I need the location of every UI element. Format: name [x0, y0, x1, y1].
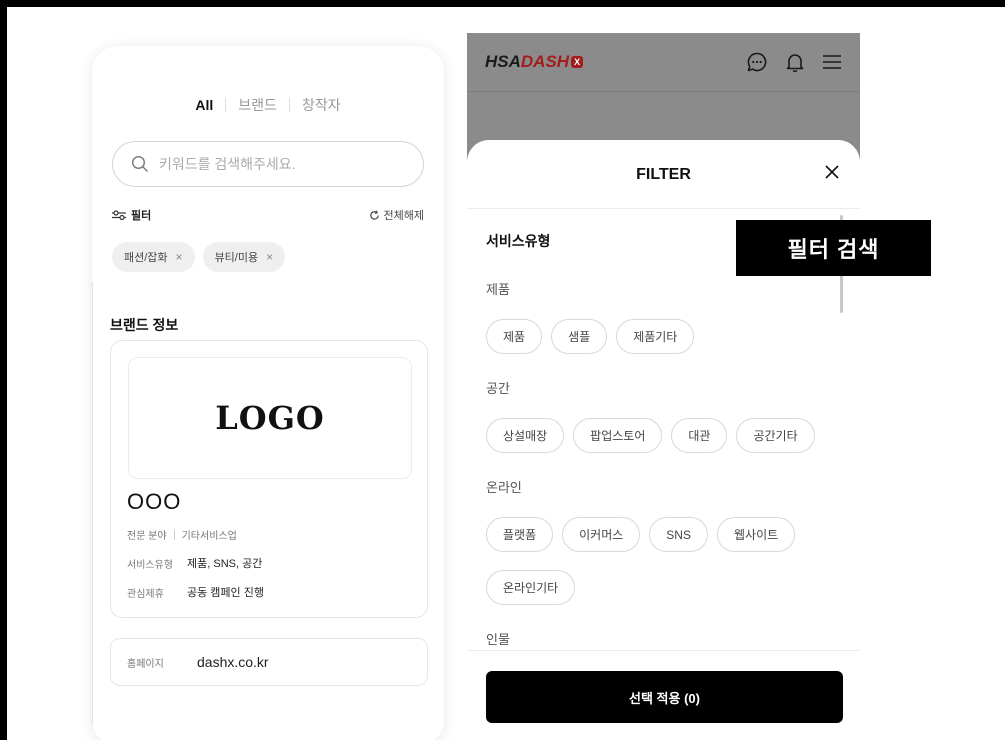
sliders-icon	[112, 210, 126, 220]
option-pill[interactable]: 샘플	[551, 319, 608, 354]
service-type-label: 서비스유형	[127, 559, 173, 571]
filter-label: 필터	[131, 210, 152, 222]
brand-field: 전문 분야 기타서비스업	[127, 527, 237, 542]
option-row-online-2: 온라인기타	[486, 570, 576, 605]
option-pill[interactable]: 팝업스토어	[573, 418, 663, 453]
search-input[interactable]: 키워드를 검색해주세요.	[112, 141, 424, 187]
apply-button[interactable]: 선택 적용 (0)	[486, 671, 843, 723]
brand-logo-box: LOGO	[128, 357, 412, 479]
category-title-product: 제품	[486, 282, 510, 297]
divider	[467, 650, 860, 651]
app-logo[interactable]: HSA DASH X	[485, 52, 584, 72]
app-header: HSA DASH X	[467, 33, 860, 92]
brand-name: OOO	[127, 489, 182, 514]
filter-chip[interactable]: 뷰티/미용 ×	[202, 242, 286, 272]
chat-icon[interactable]	[746, 51, 768, 73]
service-type-value: 제품, SNS, 공간	[187, 558, 263, 570]
homepage-label: 홈페이지	[127, 658, 164, 670]
option-pill[interactable]: SNS	[649, 517, 708, 552]
category-title-person: 인물	[486, 632, 510, 647]
option-row-online: 플랫폼 이커머스 SNS 웹사이트	[486, 517, 796, 552]
homepage-link[interactable]: dashx.co.kr	[197, 654, 269, 670]
logo-badge: X	[571, 56, 584, 68]
option-pill[interactable]: 상설매장	[486, 418, 565, 453]
filter-screen: HSA DASH X FILTER 서비스유형 제품 제품 샘플 제품기타 공간 상…	[467, 33, 860, 740]
divider	[173, 529, 175, 540]
logo-accent: DASH	[520, 52, 570, 71]
option-pill[interactable]: 플랫폼	[486, 517, 554, 552]
reset-all-button[interactable]: 전체해제	[369, 207, 424, 223]
logo-main: HSA	[485, 52, 521, 71]
category-title-online: 온라인	[486, 480, 522, 495]
reset-label: 전체해제	[383, 210, 424, 222]
interest-label: 관심제휴	[127, 588, 164, 600]
tab-brand[interactable]: 브랜드	[226, 95, 289, 115]
close-icon[interactable]: ×	[266, 250, 273, 264]
bell-icon[interactable]	[784, 51, 806, 73]
refresh-icon	[369, 210, 379, 220]
chip-label: 뷰티/미용	[214, 252, 259, 264]
option-pill[interactable]: 제품	[486, 319, 543, 354]
close-icon[interactable]	[824, 164, 840, 180]
filter-button[interactable]: 필터	[112, 207, 151, 223]
field-value: 기타서비스업	[181, 531, 237, 542]
option-pill[interactable]: 온라인기타	[486, 570, 576, 605]
filter-bar: 필터 전체해제	[112, 207, 424, 223]
service-type-row: 서비스유형 제품, SNS, 공간	[127, 555, 262, 571]
interest-row: 관심제휴 공동 캠페인 진행	[127, 584, 264, 600]
option-pill[interactable]: 대관	[671, 418, 728, 453]
header-actions	[746, 51, 842, 73]
tab-all[interactable]: All	[183, 97, 225, 113]
sheet-title: FILTER	[636, 166, 691, 183]
filter-chip[interactable]: 패션/잡화 ×	[112, 242, 195, 272]
option-row-space: 상설매장 팝업스토어 대관 공간기타	[486, 418, 815, 453]
brand-card[interactable]: LOGO OOO 전문 분야 기타서비스업 서비스유형 제품, SNS, 공간 …	[110, 340, 428, 618]
homepage-row[interactable]: 홈페이지 dashx.co.kr	[110, 638, 428, 686]
menu-icon[interactable]	[822, 53, 842, 71]
option-pill[interactable]: 제품기타	[616, 319, 695, 354]
search-icon	[131, 155, 148, 172]
category-tabs: All 브랜드 창작자	[92, 95, 444, 115]
divider	[467, 208, 860, 209]
section-title: 브랜드 정보	[110, 317, 179, 333]
close-icon[interactable]: ×	[176, 250, 183, 264]
tab-creator[interactable]: 창작자	[290, 95, 353, 115]
field-label: 전문 분야	[127, 531, 167, 542]
brand-logo: LOGO	[215, 399, 325, 437]
annotation-label: 필터 검색	[736, 220, 931, 276]
active-filter-chips: 패션/잡화 × 뷰티/미용 ×	[112, 242, 286, 272]
option-row-product: 제품 샘플 제품기타	[486, 319, 695, 354]
option-pill[interactable]: 이커머스	[562, 517, 641, 552]
category-title-space: 공간	[486, 381, 510, 396]
search-placeholder: 키워드를 검색해주세요.	[159, 156, 296, 172]
interest-value: 공동 캠페인 진행	[187, 587, 264, 599]
divider	[92, 282, 93, 740]
option-pill[interactable]: 웹사이트	[716, 517, 796, 552]
brand-detail-screen: All 브랜드 창작자 키워드를 검색해주세요. 필터 전체해제 패션/잡화 ×…	[92, 46, 444, 740]
group-title: 서비스유형	[486, 233, 551, 249]
option-pill[interactable]: 공간기타	[736, 418, 815, 453]
chip-label: 패션/잡화	[124, 252, 168, 264]
